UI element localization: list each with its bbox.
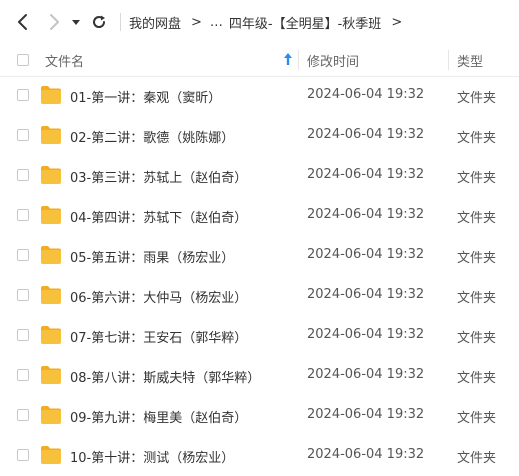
file-name[interactable]: 01-第一讲：秦观（窦昕） [70, 87, 221, 106]
table-row[interactable]: 08-第八讲：斯威夫特（郭华粹） 2024-06-04 19:32 文件夹 [0, 356, 519, 396]
file-type: 文件夹 [457, 451, 497, 466]
modified-time: 2024-06-04 19:32 [307, 207, 425, 222]
row-checkbox[interactable] [17, 209, 29, 221]
refresh-icon [93, 15, 106, 28]
sort-ascending-icon[interactable] [283, 52, 293, 66]
table-row[interactable]: 03-第三讲：苏轼上（赵伯奇） 2024-06-04 19:32 文件夹 [0, 156, 519, 196]
row-checkbox[interactable] [17, 129, 29, 141]
folder-icon [41, 366, 61, 384]
nav-divider [120, 13, 121, 31]
table-row[interactable]: 01-第一讲：秦观（窦昕） 2024-06-04 19:32 文件夹 [0, 76, 519, 116]
modified-time: 2024-06-04 19:32 [307, 367, 425, 382]
breadcrumb-current[interactable]: 四年级-【全明星】-秋季班 [229, 13, 381, 32]
breadcrumb-separator: > [191, 14, 202, 30]
refresh-button[interactable] [87, 10, 111, 34]
row-checkbox[interactable] [17, 289, 29, 301]
table-row[interactable]: 10-第十讲：测试（杨宏业） 2024-06-04 19:32 文件夹 [0, 436, 519, 476]
modified-time: 2024-06-04 19:32 [307, 287, 425, 302]
file-name[interactable]: 06-第六讲：大仲马（杨宏业） [70, 287, 247, 306]
modified-time: 2024-06-04 19:32 [307, 247, 425, 262]
column-header: 文件名 修改时间 类型 [0, 44, 519, 77]
modified-time: 2024-06-04 19:32 [307, 327, 425, 342]
folder-icon [41, 126, 61, 144]
folder-icon [41, 286, 61, 304]
file-type: 文件夹 [457, 211, 497, 226]
forward-button[interactable] [42, 10, 66, 34]
modified-time: 2024-06-04 19:32 [307, 87, 425, 102]
row-checkbox[interactable] [17, 249, 29, 261]
table-row[interactable]: 04-第四讲：苏轼下（赵伯奇） 2024-06-04 19:32 文件夹 [0, 196, 519, 236]
row-checkbox[interactable] [17, 369, 29, 381]
folder-icon [41, 406, 61, 424]
file-list: 01-第一讲：秦观（窦昕） 2024-06-04 19:32 文件夹 02-第二讲：歌… [0, 76, 519, 476]
breadcrumb-separator: > [391, 14, 403, 30]
caret-down-icon [72, 20, 80, 25]
folder-icon [41, 326, 61, 344]
column-name-header[interactable]: 文件名 [45, 51, 84, 70]
file-type: 文件夹 [457, 171, 497, 186]
table-row[interactable]: 05-第五讲：雨果（杨宏业） 2024-06-04 19:32 文件夹 [0, 236, 519, 276]
table-row[interactable]: 06-第六讲：大仲马（杨宏业） 2024-06-04 19:32 文件夹 [0, 276, 519, 316]
column-mtime-header[interactable]: 修改时间 [307, 51, 359, 70]
file-type: 文件夹 [457, 331, 497, 346]
file-name[interactable]: 04-第四讲：苏轼下（赵伯奇） [70, 207, 247, 226]
breadcrumb-ellipsis[interactable]: … [210, 15, 223, 30]
table-row[interactable]: 09-第九讲：梅里美（赵伯奇） 2024-06-04 19:32 文件夹 [0, 396, 519, 436]
file-name[interactable]: 03-第三讲：苏轼上（赵伯奇） [70, 167, 247, 186]
row-checkbox[interactable] [17, 409, 29, 421]
file-name[interactable]: 07-第七讲：王安石（郭华粹） [70, 327, 247, 346]
file-name[interactable]: 08-第八讲：斯威夫特（郭华粹） [70, 367, 260, 386]
modified-time: 2024-06-04 19:32 [307, 407, 425, 422]
modified-time: 2024-06-04 19:32 [307, 167, 425, 182]
modified-time: 2024-06-04 19:32 [307, 127, 425, 142]
file-name[interactable]: 09-第九讲：梅里美（赵伯奇） [70, 407, 247, 426]
chevron-left-icon [18, 14, 27, 30]
folder-icon [41, 166, 61, 184]
row-checkbox[interactable] [17, 89, 29, 101]
folder-icon [41, 86, 61, 104]
folder-icon [41, 246, 61, 264]
folder-icon [41, 206, 61, 224]
navigation-bar: 我的网盘 > … 四年级-【全明星】-秋季班 > [0, 0, 519, 44]
file-name[interactable]: 02-第二讲：歌德（姚陈娜） [70, 127, 234, 146]
file-type: 文件夹 [457, 291, 497, 306]
file-name[interactable]: 05-第五讲：雨果（杨宏业） [70, 247, 234, 266]
breadcrumb-root[interactable]: 我的网盘 [129, 13, 181, 32]
table-row[interactable]: 02-第二讲：歌德（姚陈娜） 2024-06-04 19:32 文件夹 [0, 116, 519, 156]
row-checkbox[interactable] [17, 169, 29, 181]
chevron-right-icon [50, 14, 59, 30]
folder-icon [41, 446, 61, 464]
file-name[interactable]: 10-第十讲：测试（杨宏业） [70, 447, 234, 466]
file-type: 文件夹 [457, 91, 497, 106]
column-type-header[interactable]: 类型 [457, 51, 483, 70]
modified-time: 2024-06-04 19:32 [307, 447, 425, 462]
column-divider[interactable] [448, 50, 449, 70]
file-type: 文件夹 [457, 411, 497, 426]
breadcrumb: 我的网盘 > … 四年级-【全明星】-秋季班 > [129, 0, 410, 44]
history-dropdown-button[interactable] [66, 10, 86, 34]
column-divider[interactable] [298, 50, 299, 70]
row-checkbox[interactable] [17, 329, 29, 341]
row-checkbox[interactable] [17, 449, 29, 461]
select-all-checkbox[interactable] [17, 54, 29, 66]
file-type: 文件夹 [457, 371, 497, 386]
file-type: 文件夹 [457, 251, 497, 266]
back-button[interactable] [11, 10, 35, 34]
file-type: 文件夹 [457, 131, 497, 146]
table-row[interactable]: 07-第七讲：王安石（郭华粹） 2024-06-04 19:32 文件夹 [0, 316, 519, 356]
